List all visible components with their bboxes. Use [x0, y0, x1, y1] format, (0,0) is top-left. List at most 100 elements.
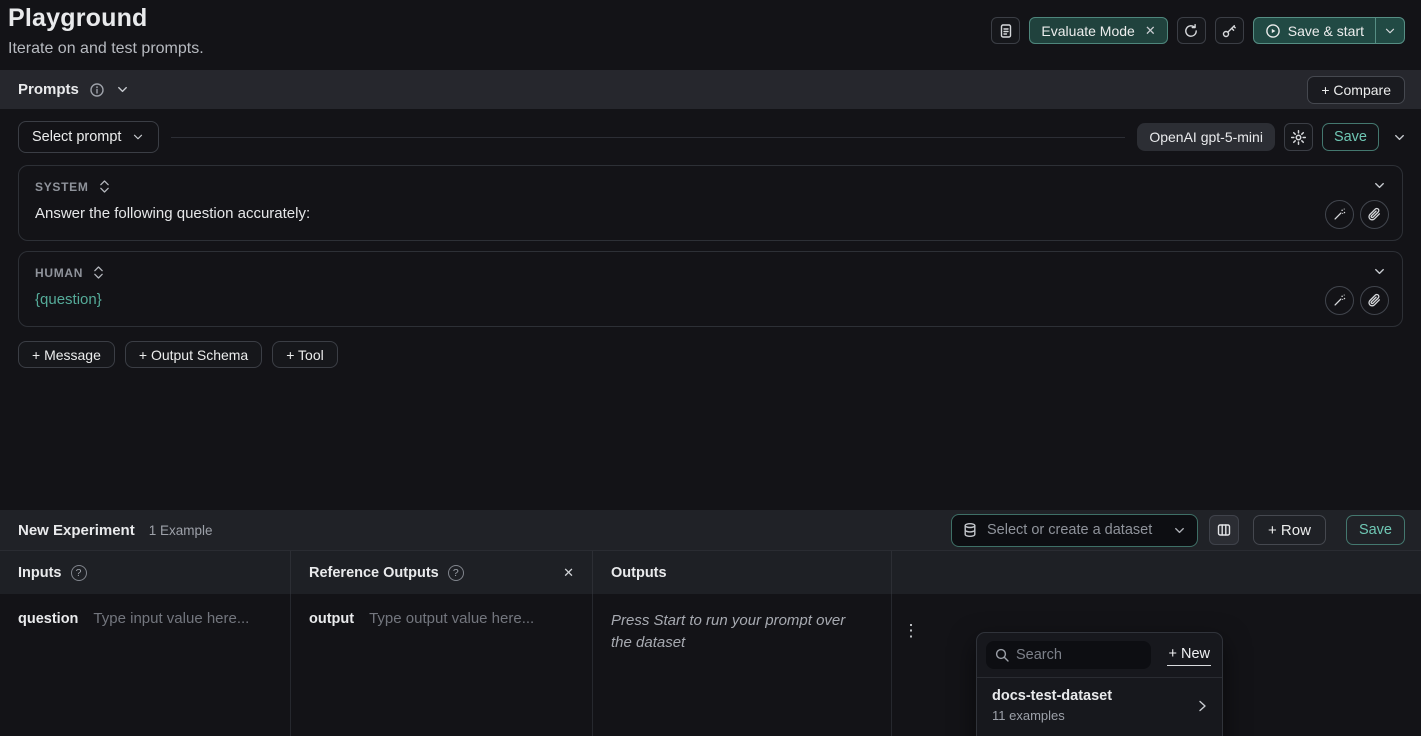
chevron-down-icon: [131, 130, 145, 144]
search-icon: [994, 647, 1010, 663]
select-prompt-dropdown[interactable]: Select prompt: [18, 121, 159, 153]
compare-button[interactable]: + Compare: [1307, 76, 1405, 104]
info-icon: [89, 82, 105, 98]
experiment-title: New Experiment: [18, 522, 135, 539]
save-and-start-menu[interactable]: [1376, 18, 1404, 43]
save-and-start-button[interactable]: Save & start: [1253, 17, 1405, 44]
message-role-label: HUMAN: [35, 266, 83, 280]
message-content[interactable]: {question}: [35, 291, 1292, 308]
column-header-actions: [892, 551, 1421, 594]
input-key-label: question: [18, 610, 78, 627]
attach-file-button[interactable]: [1360, 200, 1389, 229]
reference-output-cell[interactable]: output: [291, 594, 593, 736]
dataset-select-placeholder: Select or create a dataset: [987, 522, 1152, 538]
dataset-search: [986, 641, 1151, 669]
example-count: 1 Example: [149, 523, 213, 538]
column-label: Reference Outputs: [309, 565, 439, 581]
input-value-field[interactable]: [93, 610, 272, 627]
add-tool-button[interactable]: + Tool: [272, 341, 338, 368]
dataset-select-dropdown[interactable]: Select or create a dataset: [951, 514, 1198, 547]
message-collapse-toggle[interactable]: [1372, 264, 1387, 279]
improve-prompt-button[interactable]: [1325, 200, 1354, 229]
save-and-start-main[interactable]: Save & start: [1254, 18, 1375, 43]
role-selector-icon[interactable]: [99, 179, 110, 194]
input-cell[interactable]: question: [0, 594, 291, 736]
column-header-inputs: Inputs ?: [0, 551, 291, 594]
prompts-title: Prompts: [18, 81, 79, 98]
model-badge[interactable]: OpenAI gpt-5-mini: [1137, 123, 1275, 151]
play-circle-icon: [1265, 23, 1281, 39]
columns-icon: [1216, 522, 1232, 538]
dataset-search-input[interactable]: [986, 641, 1151, 669]
prompts-bar: Prompts + Compare: [0, 70, 1421, 109]
message-block-human: HUMAN {question}: [18, 251, 1403, 327]
refresh-button[interactable]: [1177, 17, 1206, 44]
wand-icon: [1332, 293, 1347, 308]
close-icon[interactable]: ✕: [1145, 24, 1156, 37]
help-icon[interactable]: ?: [448, 565, 464, 581]
dataset-item-text: docs-test-dataset 11 examples: [992, 688, 1112, 723]
prompts-collapse-toggle[interactable]: [115, 82, 130, 97]
experiment-actions: Select or create a dataset + Row Save: [951, 514, 1405, 547]
output-key-label: output: [309, 610, 354, 627]
chevron-down-icon: [1392, 130, 1407, 145]
role-selector-icon[interactable]: [93, 265, 104, 280]
message-tools: [1325, 200, 1389, 229]
model-config-group: OpenAI gpt-5-mini Save: [1137, 123, 1411, 151]
improve-prompt-button[interactable]: [1325, 286, 1354, 315]
outputs-hint-text: Press Start to run your prompt over the …: [611, 610, 861, 654]
prompt-save-button[interactable]: Save: [1322, 123, 1379, 151]
add-message-button[interactable]: + Message: [18, 341, 115, 368]
kebab-menu-icon[interactable]: ⋮: [898, 616, 924, 646]
message-role-row: SYSTEM: [35, 179, 1292, 194]
outputs-cell: Press Start to run your prompt over the …: [593, 594, 892, 736]
columns-toggle-button[interactable]: [1209, 515, 1239, 545]
message-block-system: SYSTEM Answer the following question acc…: [18, 165, 1403, 241]
dataset-example-count: 11 examples: [992, 708, 1112, 723]
wand-icon: [1332, 207, 1347, 222]
experiment-table-header: Inputs ? Reference Outputs ? ✕ Outputs: [0, 550, 1421, 594]
prompt-file-button[interactable]: [991, 17, 1020, 44]
evaluate-mode-badge[interactable]: Evaluate Mode ✕: [1029, 17, 1167, 44]
message-collapse-toggle[interactable]: [1372, 178, 1387, 193]
experiment-save-button[interactable]: Save: [1346, 515, 1405, 545]
page-subtitle: Iterate on and test prompts.: [8, 40, 204, 58]
message-role-label: SYSTEM: [35, 180, 89, 194]
prompt-config-row: Select prompt OpenAI gpt-5-mini Save: [0, 109, 1421, 165]
evaluate-mode-label: Evaluate Mode: [1041, 23, 1134, 39]
prompts-bar-left: Prompts: [18, 81, 130, 98]
close-icon[interactable]: ✕: [563, 565, 574, 581]
new-dataset-button[interactable]: + New: [1167, 645, 1211, 666]
dataset-name: docs-test-dataset: [992, 688, 1112, 704]
dataset-list-item[interactable]: docs-test-dataset 11 examples: [977, 678, 1222, 733]
message-tools: [1325, 286, 1389, 315]
chevron-down-icon: [1372, 178, 1387, 193]
output-value-field[interactable]: [369, 610, 574, 627]
message-role-row: HUMAN: [35, 265, 1292, 280]
api-key-button[interactable]: [1215, 17, 1244, 44]
column-label: Outputs: [611, 565, 667, 581]
chevron-down-icon: [1383, 24, 1397, 38]
key-icon: [1221, 23, 1237, 39]
attach-file-button[interactable]: [1360, 286, 1389, 315]
model-row-collapse[interactable]: [1388, 130, 1411, 145]
dataset-dropdown-panel: + New docs-test-dataset 11 examples: [976, 632, 1223, 736]
select-prompt-label: Select prompt: [32, 129, 121, 145]
column-header-reference-outputs: Reference Outputs ? ✕: [291, 551, 593, 594]
chevron-down-icon: [1372, 264, 1387, 279]
chevron-down-icon: [115, 82, 130, 97]
empty-area: [0, 368, 1421, 510]
chevron-right-icon: [1194, 698, 1210, 714]
page-title: Playground: [8, 4, 204, 33]
composer-row: + Message + Output Schema + Tool: [0, 327, 1421, 368]
experiment-bar: New Experiment 1 Example Select or creat…: [0, 510, 1421, 550]
column-label: Inputs: [18, 565, 62, 581]
document-icon: [998, 23, 1014, 39]
gear-icon: [1290, 129, 1307, 146]
add-row-button[interactable]: + Row: [1253, 515, 1326, 545]
help-icon[interactable]: ?: [71, 565, 87, 581]
page-header: Playground Iterate on and test prompts. …: [0, 0, 1421, 70]
model-settings-button[interactable]: [1284, 123, 1313, 151]
message-content[interactable]: Answer the following question accurately…: [35, 205, 1292, 222]
add-output-schema-button[interactable]: + Output Schema: [125, 341, 262, 368]
